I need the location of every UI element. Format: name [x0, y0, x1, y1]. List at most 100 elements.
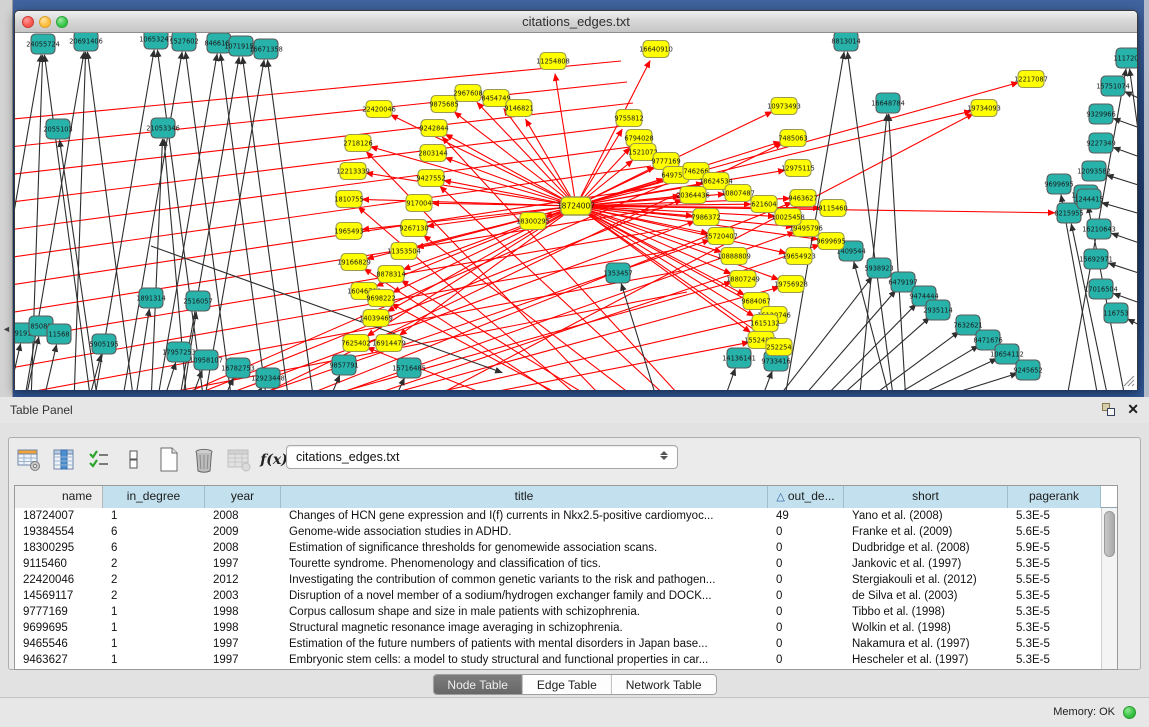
graph-node[interactable]: 19756928 [774, 276, 808, 293]
table-cell[interactable]: Wolkin et al. (1998) [844, 620, 1008, 636]
table-cell[interactable]: 6 [103, 524, 205, 540]
graph-node[interactable]: 8878314 [376, 266, 405, 283]
graph-node[interactable]: 9698222 [366, 290, 395, 307]
table-cell[interactable]: 1997 [205, 652, 281, 668]
table-cell[interactable]: 2009 [205, 524, 281, 540]
table-cell[interactable]: 0 [768, 620, 844, 636]
graph-node[interactable]: 9857791 [329, 355, 358, 375]
graph-node[interactable]: 15716485 [392, 358, 426, 378]
table-cell[interactable]: 0 [768, 588, 844, 604]
table-cell[interactable]: 18300295 [15, 540, 103, 556]
table-cell[interactable]: 0 [768, 572, 844, 588]
column-chooser-icon[interactable] [51, 446, 77, 474]
table-cell[interactable]: 5.5E-5 [1008, 572, 1101, 588]
column-header-short[interactable]: short [844, 486, 1008, 508]
table-cell[interactable]: 9465546 [15, 636, 103, 652]
graph-node[interactable]: 1117204 [1113, 48, 1137, 68]
graph-node[interactable]: 11353504 [387, 243, 421, 260]
graph-node[interactable]: 12923448 [251, 368, 285, 388]
table-cell[interactable]: Investigating the contribution of common… [281, 572, 768, 588]
graph-node[interactable]: 2718126 [343, 135, 372, 152]
table-cell[interactable]: 2008 [205, 508, 281, 524]
graph-node[interactable]: 9427552 [416, 170, 445, 187]
graph-node[interactable]: 10958107 [189, 350, 223, 370]
graph-node[interactable]: 18724007 [557, 197, 595, 215]
graph-node[interactable]: 9242844 [419, 120, 448, 137]
graph-node[interactable]: 10025458 [771, 209, 805, 226]
graph-node[interactable]: 10807487 [721, 185, 755, 202]
column-header-name[interactable]: name [15, 486, 103, 508]
graph-node[interactable]: 9115460 [818, 200, 847, 217]
graph-node[interactable]: 2516057 [183, 291, 212, 311]
graph-node[interactable]: 2803144 [418, 145, 447, 162]
scrollbar-thumb[interactable] [1104, 511, 1115, 557]
graph-node[interactable]: 917004 [406, 195, 432, 212]
graph-node[interactable]: 22420046 [362, 101, 396, 118]
table-cell[interactable]: Corpus callosum shape and size in male p… [281, 604, 768, 620]
graph-node[interactable]: 7485063 [778, 130, 807, 147]
graph-node[interactable]: 116753 [1103, 303, 1128, 323]
table-cell[interactable]: Embryonic stem cells: a model to study s… [281, 652, 768, 668]
graph-node[interactable]: 5938923 [864, 258, 893, 278]
graph-node[interactable]: 7625402 [341, 335, 370, 352]
table-cell[interactable]: Changes of HCN gene expression and I(f) … [281, 508, 768, 524]
table-cell[interactable]: Tourette syndrome. Phenomenology and cla… [281, 556, 768, 572]
graph-node[interactable]: 21053346 [146, 118, 180, 138]
graph-node[interactable]: 9227349 [1086, 133, 1115, 153]
graph-node[interactable]: 19166829 [337, 254, 371, 271]
graph-node[interactable]: 10973493 [767, 98, 801, 115]
column-header-in_degree[interactable]: in_degree [103, 486, 205, 508]
graph-node[interactable]: 20691406 [69, 33, 103, 51]
table-cell[interactable]: 2 [103, 572, 205, 588]
graph-node[interactable]: 15692971 [1079, 249, 1113, 269]
table-cell[interactable]: 5.3E-5 [1008, 636, 1101, 652]
table-cell[interactable]: 9699695 [15, 620, 103, 636]
column-header-year[interactable]: year [205, 486, 281, 508]
graph-node[interactable]: 1353457 [603, 263, 632, 283]
function-builder-icon[interactable]: f(x) [261, 446, 287, 474]
graph-node[interactable]: 19734093 [967, 100, 1001, 117]
graph-node[interactable]: 5905195 [89, 334, 118, 354]
table-cell[interactable]: 9777169 [15, 604, 103, 620]
graph-node[interactable]: 12093582 [1077, 161, 1111, 181]
table-cell[interactable]: Estimation of significance thresholds fo… [281, 540, 768, 556]
table-cell[interactable]: 2012 [205, 572, 281, 588]
graph-node[interactable]: 1615132 [750, 315, 779, 332]
graph-node[interactable]: 16671358 [249, 39, 283, 59]
table-cell[interactable]: 18724007 [15, 508, 103, 524]
graph-node[interactable]: 16210643 [1082, 219, 1116, 239]
graph-node[interactable]: 24055724 [26, 34, 60, 54]
graph-node[interactable]: 9329966 [1086, 104, 1115, 124]
table-cell[interactable]: Yano et al. (2008) [844, 508, 1008, 524]
table-row[interactable]: 1456911722003Disruption of a novel membe… [15, 588, 1117, 604]
table-row[interactable]: 977716911998Corpus callosum shape and si… [15, 604, 1117, 620]
window-titlebar[interactable]: citations_edges.txt [15, 11, 1137, 33]
rows-icon[interactable] [121, 446, 147, 474]
table-cell[interactable]: 1998 [205, 620, 281, 636]
graph-node[interactable]: 16640910 [639, 41, 673, 58]
table-row[interactable]: 1938455462009Genome-wide association stu… [15, 524, 1117, 540]
graph-node[interactable]: 2055103 [43, 119, 72, 139]
table-cell[interactable]: 2008 [205, 540, 281, 556]
table-cell[interactable]: 5.3E-5 [1008, 620, 1101, 636]
import-table-icon[interactable] [226, 446, 252, 474]
table-cell[interactable]: 5.3E-5 [1008, 556, 1101, 572]
graph-node[interactable]: 9875685 [429, 96, 458, 113]
graph-node[interactable]: 14136141 [722, 348, 756, 368]
graph-node[interactable]: 252254 [766, 339, 792, 356]
network-canvas[interactable]: 2405572420691406106532471527602846616010… [15, 33, 1137, 390]
table-row[interactable]: 969969511998Structural magnetic resonanc… [15, 620, 1117, 636]
column-header-out_de[interactable]: △out_de... [768, 486, 844, 508]
table-cell[interactable]: Estimation of the future numbers of pati… [281, 636, 768, 652]
memory-status-indicator[interactable] [1123, 706, 1136, 719]
graph-node[interactable]: 9245652 [1013, 360, 1042, 380]
graph-node[interactable]: 20364436 [676, 187, 710, 204]
graph-node[interactable]: 12213339 [336, 163, 370, 180]
tab-node-table[interactable]: Node Table [433, 675, 523, 694]
tab-network-table[interactable]: Network Table [612, 675, 716, 694]
table-cell[interactable]: 1 [103, 620, 205, 636]
table-row[interactable]: 1830029562008Estimation of significance … [15, 540, 1117, 556]
graph-node[interactable]: 2935114 [923, 300, 952, 320]
table-cell[interactable]: 22420046 [15, 572, 103, 588]
graph-node[interactable]: 1527602 [169, 33, 198, 51]
